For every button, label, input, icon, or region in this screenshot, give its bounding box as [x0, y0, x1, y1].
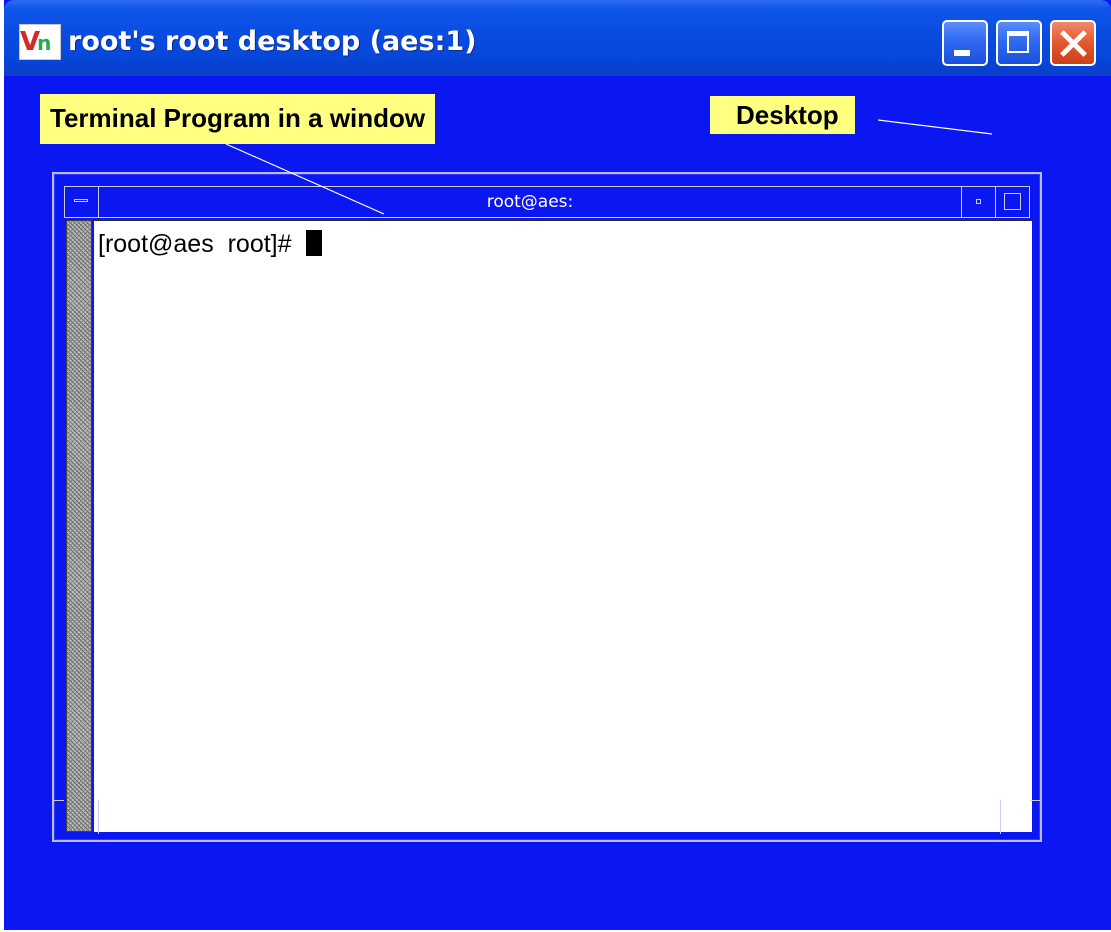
resize-tick-bottom-right — [1030, 800, 1040, 801]
shell-prompt: [root@aes root]# — [98, 230, 292, 258]
maximize-button[interactable] — [996, 20, 1042, 66]
close-button[interactable] — [1050, 20, 1096, 66]
text-cursor — [305, 230, 322, 256]
vnc-logo-icon[interactable]: Vn — [19, 24, 61, 60]
window-menu-icon[interactable] — [65, 187, 99, 217]
iconify-icon[interactable] — [961, 187, 995, 217]
outer-window-title: root's root desktop (aes:1) — [68, 26, 477, 57]
outer-title-bar[interactable]: Vn root's root desktop (aes:1) — [4, 0, 1111, 76]
terminal-title-bar[interactable]: root@aes: — [64, 186, 1030, 218]
vnc-viewer-window: Vn root's root desktop (aes:1) Terminal … — [4, 0, 1111, 930]
desktop-annotation: Desktop — [710, 96, 855, 134]
logo-letter-v: V — [20, 27, 40, 57]
resize-tick-right — [1000, 800, 1001, 834]
resize-tick-bottom-left — [54, 800, 64, 801]
terminal-annotation: Terminal Program in a window — [40, 94, 436, 144]
minimize-button[interactable] — [942, 20, 988, 66]
terminal-title: root@aes: — [486, 192, 574, 212]
terminal-scrollbar[interactable] — [66, 220, 92, 832]
maximize-icon[interactable] — [995, 187, 1029, 217]
logo-letter-n: n — [37, 31, 51, 55]
terminal-content[interactable]: [root@aes root]# — [94, 220, 1032, 832]
desktop-leader-line — [877, 119, 993, 135]
terminal-prompt-line: [root@aes root]# — [98, 225, 322, 263]
resize-tick-left — [98, 800, 99, 834]
terminal-window[interactable]: root@aes: [root@aes root]# — [52, 172, 1042, 842]
